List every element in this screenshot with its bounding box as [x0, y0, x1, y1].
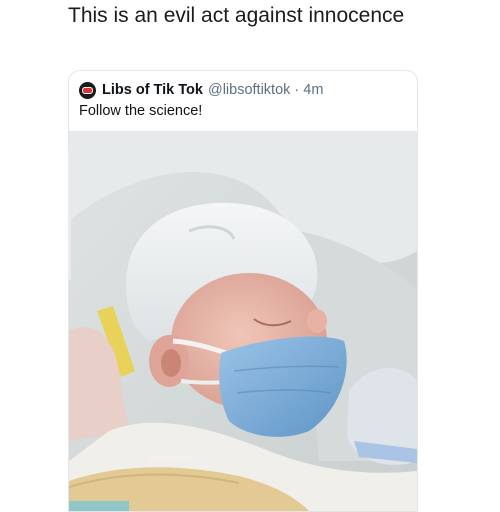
tweet-text: Follow the science! — [79, 103, 203, 119]
tweet-timestamp[interactable]: 4m — [303, 82, 323, 98]
tweet-header: Libs of Tik Tok @libsoftiktok · 4m — [79, 79, 409, 101]
photo-watermark: @libsoftiktok — [149, 453, 198, 463]
scroll-edge — [68, 150, 71, 280]
tweet-meta-separator: · — [294, 82, 300, 98]
tweet-display-name[interactable]: Libs of Tik Tok — [102, 82, 203, 98]
tweet-photo[interactable]: @libsoftiktok — [69, 131, 417, 511]
embedded-tweet-card[interactable]: Libs of Tik Tok @libsoftiktok · 4m Follo… — [68, 70, 418, 512]
baby-photo-illustration — [69, 131, 417, 511]
post-caption: This is an evil act against innocence — [68, 4, 405, 27]
tweet-handle[interactable]: @libsoftiktok — [208, 82, 290, 98]
libs-of-tiktok-avatar-icon[interactable] — [79, 81, 96, 99]
